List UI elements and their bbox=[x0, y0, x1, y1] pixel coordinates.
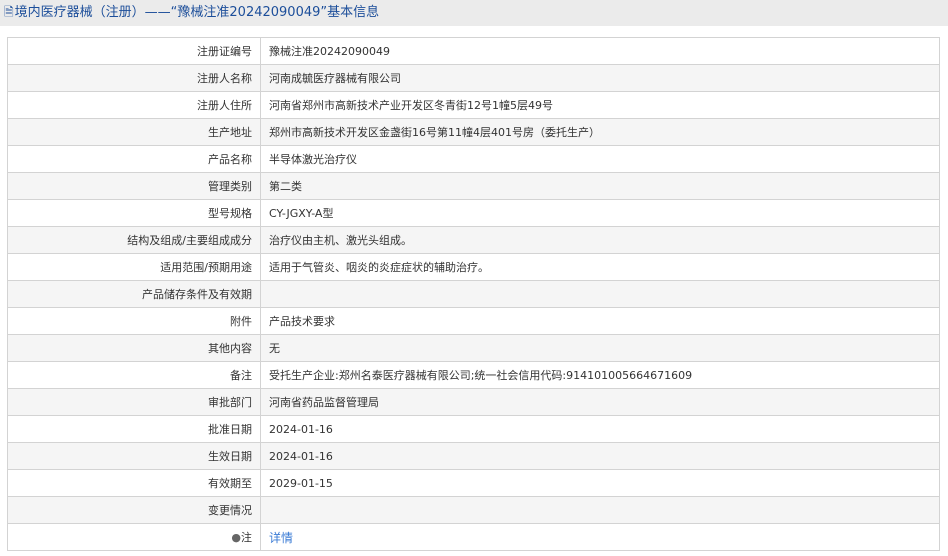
field-label: ●注 bbox=[7, 523, 261, 551]
field-label: 其他内容 bbox=[7, 334, 261, 362]
field-label: 产品储存条件及有效期 bbox=[7, 280, 261, 308]
field-value: 2024-01-16 bbox=[260, 415, 940, 443]
table-row: 附件 产品技术要求 bbox=[7, 307, 940, 335]
field-value: 河南省郑州市高新技术产业开发区冬青街12号1幢5层49号 bbox=[260, 91, 940, 119]
table-row: 适用范围/预期用途 适用于气管炎、咽炎的炎症症状的辅助治疗。 bbox=[7, 253, 940, 281]
field-value: CY-JGXY-A型 bbox=[260, 199, 940, 227]
table-row: 有效期至 2029-01-15 bbox=[7, 469, 940, 497]
table-row: 注册人住所 河南省郑州市高新技术产业开发区冬青街12号1幢5层49号 bbox=[7, 91, 940, 119]
field-value: 2024-01-16 bbox=[260, 442, 940, 470]
field-value: 河南省药品监督管理局 bbox=[260, 388, 940, 416]
table-row: 结构及组成/主要组成成分 治疗仪由主机、激光头组成。 bbox=[7, 226, 940, 254]
table-row: 产品名称 半导体激光治疗仪 bbox=[7, 145, 940, 173]
page-header: 🗎境内医疗器械（注册）——“豫械注准20242090049”基本信息 bbox=[0, 0, 948, 26]
field-label: 产品名称 bbox=[7, 145, 261, 173]
table-row: 生效日期 2024-01-16 bbox=[7, 442, 940, 470]
field-label: 有效期至 bbox=[7, 469, 261, 497]
field-value: 受托生产企业:郑州名泰医疗器械有限公司;统一社会信用代码:91410100566… bbox=[260, 361, 940, 389]
field-label: 生产地址 bbox=[7, 118, 261, 146]
table-row: 变更情况 bbox=[7, 496, 940, 524]
field-value bbox=[260, 496, 940, 524]
field-value: 产品技术要求 bbox=[260, 307, 940, 335]
table-row: 批准日期 2024-01-16 bbox=[7, 415, 940, 443]
table-row: 注册证编号 豫械注准20242090049 bbox=[7, 37, 940, 65]
table-row: 生产地址 郑州市高新技术开发区金盏街16号第11幢4层401号房（委托生产） bbox=[7, 118, 940, 146]
field-label: 结构及组成/主要组成成分 bbox=[7, 226, 261, 254]
field-value: 治疗仪由主机、激光头组成。 bbox=[260, 226, 940, 254]
pin-icon: ● bbox=[231, 531, 241, 544]
field-value: 半导体激光治疗仪 bbox=[260, 145, 940, 173]
document-icon: 🗎 bbox=[4, 5, 14, 19]
field-value: 河南成毓医疗器械有限公司 bbox=[260, 64, 940, 92]
field-label: 适用范围/预期用途 bbox=[7, 253, 261, 281]
table-row: ●注 详情 bbox=[7, 523, 940, 551]
field-label: 注册证编号 bbox=[7, 37, 261, 65]
table-row: 产品储存条件及有效期 bbox=[7, 280, 940, 308]
field-label: 备注 bbox=[7, 361, 261, 389]
header-title: “豫械注准20242090049”基本信息 bbox=[170, 5, 380, 20]
field-value: 豫械注准20242090049 bbox=[260, 37, 940, 65]
field-value: 第二类 bbox=[260, 172, 940, 200]
field-value: 适用于气管炎、咽炎的炎症症状的辅助治疗。 bbox=[260, 253, 940, 281]
field-label: 注册人住所 bbox=[7, 91, 261, 119]
field-value: 郑州市高新技术开发区金盏街16号第11幢4层401号房（委托生产） bbox=[260, 118, 940, 146]
field-label: 变更情况 bbox=[7, 496, 261, 524]
table-row: 型号规格 CY-JGXY-A型 bbox=[7, 199, 940, 227]
info-table: 注册证编号 豫械注准20242090049 注册人名称 河南成毓医疗器械有限公司 注册人… bbox=[7, 37, 940, 551]
field-label: 附件 bbox=[7, 307, 261, 335]
details-link[interactable]: 详情 bbox=[269, 531, 293, 545]
header-prefix: 境内医疗器械（注册）—— bbox=[14, 5, 171, 20]
field-label: 批准日期 bbox=[7, 415, 261, 443]
field-value bbox=[260, 280, 940, 308]
table-row: 备注 受托生产企业:郑州名泰医疗器械有限公司;统一社会信用代码:914101005… bbox=[7, 361, 940, 389]
table-row: 管理类别 第二类 bbox=[7, 172, 940, 200]
table-row: 审批部门 河南省药品监督管理局 bbox=[7, 388, 940, 416]
table-row: 注册人名称 河南成毓医疗器械有限公司 bbox=[7, 64, 940, 92]
field-label: 管理类别 bbox=[7, 172, 261, 200]
field-label: 审批部门 bbox=[7, 388, 261, 416]
field-value: 详情 bbox=[260, 523, 940, 551]
field-label: 生效日期 bbox=[7, 442, 261, 470]
field-value: 无 bbox=[260, 334, 940, 362]
field-value: 2029-01-15 bbox=[260, 469, 940, 497]
field-label: 型号规格 bbox=[7, 199, 261, 227]
field-label: 注册人名称 bbox=[7, 64, 261, 92]
table-row: 其他内容无 bbox=[7, 334, 940, 362]
